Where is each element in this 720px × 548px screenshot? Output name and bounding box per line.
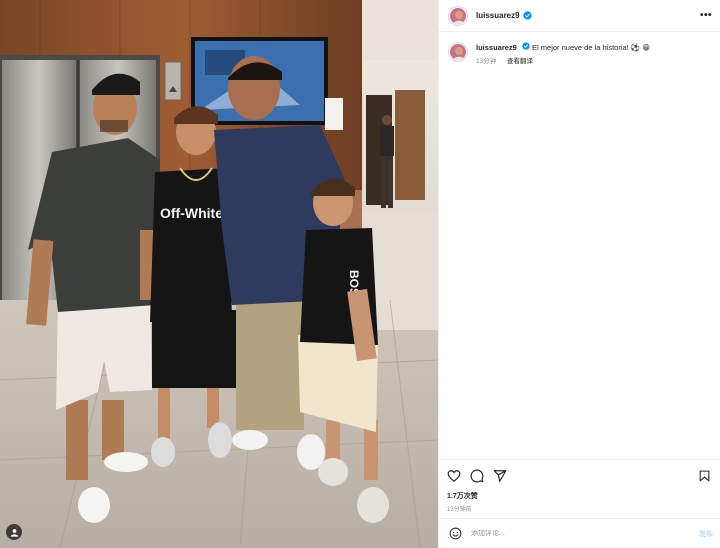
caption-meta: 13分钟 查看翻译	[476, 55, 650, 65]
avatar[interactable]	[449, 6, 467, 25]
translate-link[interactable]: 查看翻译	[507, 58, 533, 65]
post-timestamp: 13分钟前	[447, 507, 472, 513]
comment-input[interactable]	[471, 530, 699, 537]
post-comment-button[interactable]: 发布	[699, 529, 713, 539]
photo-scene: Off-White BOSS	[0, 0, 438, 548]
verified-icon	[522, 11, 532, 20]
caption-time: 13分钟	[476, 58, 497, 65]
comment-bar: 发布	[439, 518, 720, 548]
caption-line: luissuarez9 El mejor nueve de la histori…	[476, 42, 650, 53]
caption-body: luissuarez9 El mejor nueve de la histori…	[476, 42, 650, 65]
comment-icon[interactable]	[470, 469, 484, 483]
caption: luissuarez9 El mejor nueve de la histori…	[439, 32, 720, 65]
caption-username[interactable]: luissuarez9	[476, 43, 517, 52]
caption-verified-icon	[522, 42, 530, 50]
bookmark-icon[interactable]	[698, 469, 711, 483]
heart-icon[interactable]	[447, 469, 461, 483]
action-icons	[447, 468, 711, 484]
username[interactable]: luissuarez9	[476, 11, 520, 20]
post-sidebar: luissuarez9 ••• luissuarez9 El mejor nue…	[438, 0, 720, 548]
actions-block: 1.7万次赞 13分钟前	[439, 459, 720, 513]
caption-text: El mejor nueve de la historia! ⚽ 😁	[532, 43, 651, 52]
user-tag-icon[interactable]	[6, 524, 22, 540]
post-header: luissuarez9 •••	[439, 0, 720, 32]
likes-count[interactable]: 1.7万次赞	[447, 491, 711, 501]
caption-avatar[interactable]	[449, 43, 467, 61]
emoji-icon[interactable]	[449, 527, 462, 540]
post-photo[interactable]: Off-White BOSS	[0, 0, 438, 548]
shirt-text-offwhite: Off-White	[160, 205, 223, 221]
more-icon[interactable]: •••	[700, 10, 712, 21]
share-icon[interactable]	[493, 469, 507, 483]
